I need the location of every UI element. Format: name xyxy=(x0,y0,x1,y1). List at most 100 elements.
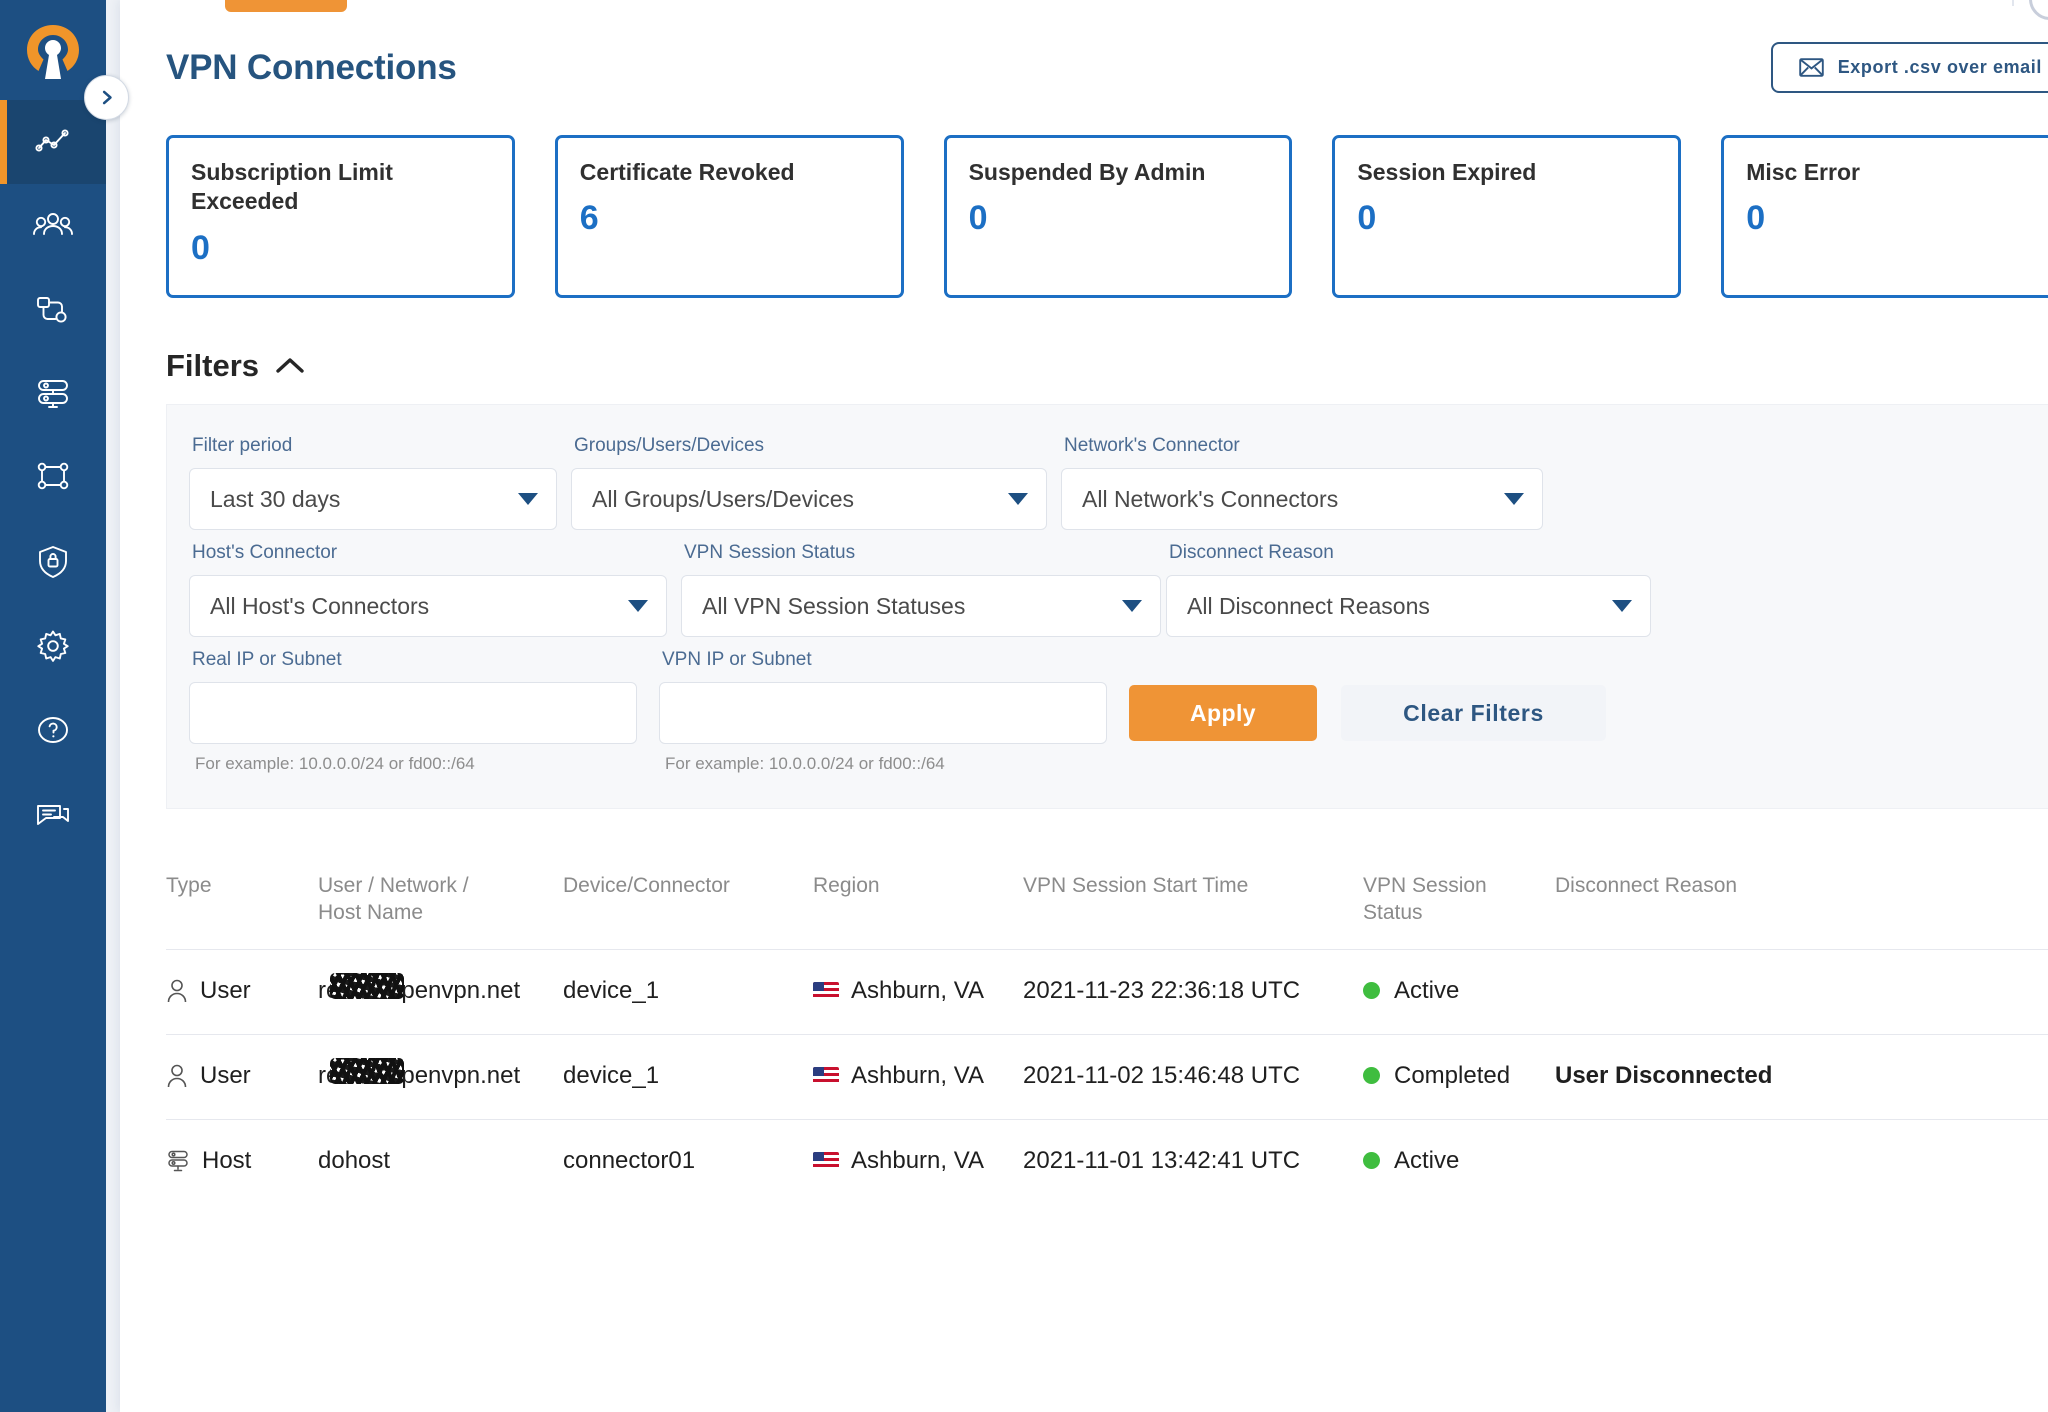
sidebar-item-devices[interactable] xyxy=(0,268,106,352)
table-row[interactable]: User re penvpn.net device_1 Ashburn, VA 2… xyxy=(166,948,2048,1034)
filter-label: Real IP or Subnet xyxy=(192,649,342,670)
top-notification-pill[interactable] xyxy=(225,0,347,12)
chevron-right-icon xyxy=(2044,1144,2048,1178)
row-region: Ashburn, VA xyxy=(813,1061,1023,1091)
redacted-email: re penvpn.net xyxy=(318,972,520,1006)
filter-label: VPN IP or Subnet xyxy=(662,649,812,670)
row-user-name: re penvpn.net xyxy=(318,1057,563,1091)
stat-card-subscription-limit-exceeded[interactable]: Subscription Limit Exceeded 0 xyxy=(166,135,515,298)
vpn-ip-input[interactable] xyxy=(659,682,1107,744)
row-expand-button[interactable] xyxy=(2012,1059,2048,1093)
row-disconnect-reason: User Disconnected xyxy=(1555,1061,1773,1089)
row-status-label: Active xyxy=(1394,976,1460,1004)
filters-panel: Filter period Last 30 days Groups/Users/… xyxy=(166,404,2048,809)
networks-connector-select[interactable]: All Network's Connectors xyxy=(1061,468,1543,530)
status-dot-icon xyxy=(1363,982,1380,1000)
sidebar-collapse-toggle[interactable] xyxy=(84,75,129,120)
stat-card-suspended-by-admin[interactable]: Suspended By Admin 0 xyxy=(943,135,1293,298)
filter-field-hosts-connector: Host's Connector All Host's Connectors xyxy=(189,542,667,637)
row-start-time: 2021-11-23 22:36:18 UTC xyxy=(1023,976,1301,1004)
shield-lock-icon xyxy=(39,546,67,578)
gear-icon xyxy=(37,630,69,662)
filter-field-networks-connector: Network's Connector All Network's Connec… xyxy=(1061,435,1561,530)
column-header-status: VPN Session Status xyxy=(1363,874,1487,924)
stat-title: Suspended By Admin xyxy=(968,159,1206,185)
column-header-disconnect-reason: Disconnect Reason xyxy=(1555,874,1738,897)
filter-label: Disconnect Reason xyxy=(1169,542,1334,563)
column-header-type: Type xyxy=(166,874,212,897)
stat-card-misc-error[interactable]: Misc Error 0 xyxy=(1721,135,2048,298)
filter-field-real-ip: Real IP or Subnet For example: 10.0.0.0/… xyxy=(189,649,659,774)
apply-filters-button[interactable]: Apply xyxy=(1129,685,1317,741)
page-header: VPN Connections Export .csv over email xyxy=(166,0,2048,93)
sidebar-item-settings[interactable] xyxy=(0,604,106,688)
stat-value: 0 xyxy=(191,228,210,267)
clear-filters-button[interactable]: Clear Filters xyxy=(1341,685,1606,741)
real-ip-input[interactable] xyxy=(189,682,637,744)
table-row[interactable]: User re penvpn.net device_1 Ashburn, VA 2… xyxy=(166,1033,2048,1119)
sidebar-item-users[interactable] xyxy=(0,184,106,268)
filters-row-3: Real IP or Subnet For example: 10.0.0.0/… xyxy=(189,649,2035,774)
filter-field-vpn-session-status: VPN Session Status All VPN Session Statu… xyxy=(571,542,1161,637)
user-icon xyxy=(167,1064,187,1087)
row-type: User xyxy=(166,1061,318,1091)
sidebar-item-help[interactable] xyxy=(0,688,106,772)
server-icon xyxy=(168,1150,188,1171)
row-status: Completed xyxy=(1363,1061,1555,1091)
question-circle-icon xyxy=(38,717,68,743)
row-region-label: Ashburn, VA xyxy=(851,976,984,1004)
main-area: VPN Connections Export .csv over email S… xyxy=(106,0,2048,1412)
filter-period-select[interactable]: Last 30 days xyxy=(189,468,557,530)
row-expand-button[interactable] xyxy=(2012,1144,2048,1178)
filter-field-vpn-ip: VPN IP or Subnet For example: 10.0.0.0/2… xyxy=(659,649,1129,774)
filters-toggle[interactable]: Filters xyxy=(166,348,305,384)
stat-card-session-expired[interactable]: Session Expired 0 xyxy=(1332,135,1682,298)
row-region: Ashburn, VA xyxy=(813,1146,1023,1176)
export-csv-label: Export .csv over email xyxy=(1837,57,2042,77)
sidebar-nav xyxy=(0,100,106,856)
row-region: Ashburn, VA xyxy=(813,976,1023,1006)
sidebar-item-topology[interactable] xyxy=(0,436,106,520)
chat-messages-icon xyxy=(37,805,69,825)
redaction-scribble xyxy=(330,972,404,999)
table-header-row: Type User / Network / Host Name Device/Co… xyxy=(166,873,2048,949)
row-user-name: re penvpn.net xyxy=(318,972,563,1006)
filter-label: Filter period xyxy=(192,435,293,456)
filter-label: VPN Session Status xyxy=(684,542,856,563)
redaction-scribble xyxy=(330,1057,404,1084)
top-divider xyxy=(2012,0,2014,6)
row-status: Active xyxy=(1363,1146,1555,1176)
table-row[interactable]: Host dohost connector01 Ashburn, VA 2021… xyxy=(166,1118,2048,1204)
sidebar-item-support[interactable] xyxy=(0,772,106,856)
hosts-connector-value: All Host's Connectors xyxy=(210,592,430,619)
filters-row-2: Host's Connector All Host's Connectors V… xyxy=(189,542,2035,637)
vpn-connections-table: Type User / Network / Host Name Device/Co… xyxy=(166,873,2048,1204)
column-header-start-time: VPN Session Start Time xyxy=(1023,874,1249,897)
chevron-down-icon xyxy=(1612,600,1632,612)
chevron-up-icon xyxy=(276,358,304,373)
users-group-icon xyxy=(33,213,73,235)
chevron-right-icon xyxy=(2044,1059,2048,1093)
row-status-label: Completed xyxy=(1394,1061,1511,1089)
stat-value: 0 xyxy=(1357,199,1377,238)
disconnect-reason-select[interactable]: All Disconnect Reasons xyxy=(1166,575,1651,637)
filter-label: Network's Connector xyxy=(1064,435,1240,456)
row-start-time: 2021-11-02 15:46:48 UTC xyxy=(1023,1061,1301,1089)
stat-card-certificate-revoked[interactable]: Certificate Revoked 6 xyxy=(554,135,904,298)
sidebar-item-security[interactable] xyxy=(0,520,106,604)
chevron-down-icon xyxy=(518,493,538,505)
device-connector-icon xyxy=(37,297,67,323)
us-flag-icon xyxy=(813,1066,839,1085)
groups-users-devices-select[interactable]: All Groups/Users/Devices xyxy=(571,468,1047,530)
chevron-right-icon xyxy=(102,90,112,105)
row-expand-button[interactable] xyxy=(2012,974,2048,1008)
openvpn-logo-icon xyxy=(27,25,79,79)
export-csv-button[interactable]: Export .csv over email xyxy=(1770,42,2048,93)
vpn-ip-hint: For example: 10.0.0.0/24 or fd00::/64 xyxy=(665,754,945,773)
filter-period-value: Last 30 days xyxy=(210,485,341,512)
stat-title: Session Expired xyxy=(1357,159,1537,185)
row-type: User xyxy=(166,976,318,1006)
sidebar-item-networks[interactable] xyxy=(0,352,106,436)
page-title: VPN Connections xyxy=(166,47,457,87)
row-device: device_1 xyxy=(563,1061,660,1089)
